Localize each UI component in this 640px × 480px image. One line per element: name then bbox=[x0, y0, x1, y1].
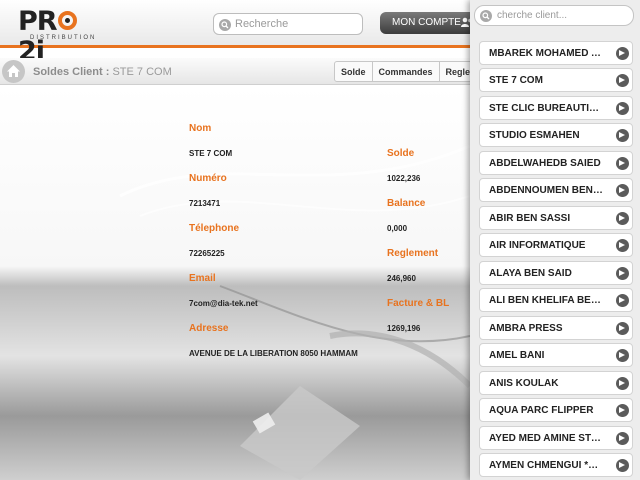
client-name: STE CLIC BUREAUTIQUE bbox=[489, 103, 605, 114]
client-list-item[interactable]: AIR INFORMATIQUE bbox=[479, 233, 633, 257]
facture-bl-value: 1269,196 bbox=[387, 324, 421, 333]
chevron-right-icon bbox=[616, 74, 629, 87]
chevron-right-icon bbox=[616, 432, 629, 445]
client-list-item[interactable]: AYMEN CHMENGUI *ARIANA* bbox=[479, 453, 633, 477]
tab-commandes[interactable]: Commandes bbox=[373, 62, 440, 81]
client-name: ABDENNOUMEN BEN ALI bbox=[489, 185, 605, 196]
client-name: AIR INFORMATIQUE bbox=[489, 240, 586, 251]
search-icon bbox=[480, 10, 492, 22]
chevron-right-icon bbox=[616, 212, 629, 225]
client-list-item[interactable]: AMBRA PRESS bbox=[479, 316, 633, 340]
client-name: AMBRA PRESS bbox=[489, 323, 563, 334]
chevron-right-icon bbox=[616, 294, 629, 307]
chevron-right-icon bbox=[616, 459, 629, 472]
numero-label: Numéro bbox=[189, 173, 227, 184]
client-list-item[interactable]: ABDENNOUMEN BEN ALI bbox=[479, 178, 633, 202]
chevron-right-icon bbox=[616, 349, 629, 362]
client-name: MBAREK MOHAMED AIDA bbox=[489, 48, 605, 59]
search-icon bbox=[219, 19, 231, 31]
client-search-input[interactable]: cherche client... bbox=[474, 5, 634, 26]
facture-bl-label: Facture & BL bbox=[387, 298, 450, 309]
client-list-item[interactable]: ABIR BEN SASSI bbox=[479, 206, 633, 230]
adresse-value: AVENUE DE LA LIBERATION 8050 HAMMAM bbox=[189, 349, 358, 358]
chevron-right-icon bbox=[616, 377, 629, 390]
client-name: AQUA PARC FLIPPER bbox=[489, 405, 594, 416]
client-list-item[interactable]: ABDELWAHEDB SAIED bbox=[479, 151, 633, 175]
solde-label: Solde bbox=[387, 148, 415, 159]
email-label: Email bbox=[189, 273, 216, 284]
client-name: AYED MED AMINE STORE bbox=[489, 433, 605, 444]
reglement-label: Reglement bbox=[387, 248, 439, 259]
page-title-label: Soldes Client : bbox=[33, 66, 110, 78]
chevron-right-icon bbox=[616, 322, 629, 335]
brand-logo[interactable]: PR 2i DISTRIBUTION bbox=[18, 7, 108, 67]
client-name: ALI BEN KHELIFA BEN ALI bbox=[489, 295, 605, 306]
client-name: STUDIO ESMAHEN bbox=[489, 130, 580, 141]
client-name: ABDELWAHEDB SAIED bbox=[489, 158, 601, 169]
adresse-label: Adresse bbox=[189, 323, 229, 334]
client-list-panel: cherche client... MBAREK MOHAMED AIDA ST… bbox=[470, 0, 640, 480]
client-list-item[interactable]: ALAYA BEN SAID bbox=[479, 261, 633, 285]
telephone-label: Télephone bbox=[189, 223, 240, 234]
page-title: Soldes Client : STE 7 COM bbox=[33, 66, 172, 78]
page-title-client: STE 7 COM bbox=[112, 66, 172, 78]
header-search-input[interactable]: Recherche bbox=[213, 13, 363, 35]
home-icon bbox=[7, 65, 20, 77]
chevron-right-icon bbox=[616, 404, 629, 417]
numero-value: 7213471 bbox=[189, 199, 221, 208]
balance-value: 0,000 bbox=[387, 224, 408, 233]
chevron-right-icon bbox=[616, 267, 629, 280]
client-name: ABIR BEN SASSI bbox=[489, 213, 571, 224]
header-search-placeholder: Recherche bbox=[235, 18, 289, 30]
tab-solde[interactable]: Solde bbox=[335, 62, 373, 81]
background-decoration bbox=[119, 144, 470, 480]
chevron-right-icon bbox=[616, 47, 629, 60]
chevron-right-icon bbox=[616, 239, 629, 252]
client-name: ANIS KOULAK bbox=[489, 378, 559, 389]
nom-label: Nom bbox=[189, 123, 212, 134]
client-list-item[interactable]: AMEL BANI bbox=[479, 343, 633, 367]
client-list-item[interactable]: AQUA PARC FLIPPER bbox=[479, 398, 633, 422]
home-button[interactable] bbox=[2, 60, 25, 83]
client-list-item[interactable]: MBAREK MOHAMED AIDA bbox=[479, 41, 633, 65]
nom-value: STE 7 COM bbox=[189, 149, 233, 158]
client-list-item[interactable]: ALI BEN KHELIFA BEN ALI bbox=[479, 288, 633, 312]
client-list-item[interactable]: STUDIO ESMAHEN bbox=[479, 123, 633, 147]
client-list-item[interactable]: ANIS KOULAK bbox=[479, 371, 633, 395]
client-list-item[interactable]: AYED MED AMINE STORE bbox=[479, 426, 633, 450]
client-name: AMEL BANI bbox=[489, 350, 545, 361]
client-list-item[interactable]: STE CLIC BUREAUTIQUE bbox=[479, 96, 633, 120]
client-search-placeholder: cherche client... bbox=[497, 10, 568, 21]
client-name: AYMEN CHMENGUI *ARIANA* bbox=[489, 460, 605, 471]
client-name: ALAYA BEN SAID bbox=[489, 268, 572, 279]
client-name: STE 7 COM bbox=[489, 75, 543, 86]
client-list-item[interactable]: STE 7 COM bbox=[479, 68, 633, 92]
balance-label: Balance bbox=[387, 198, 426, 209]
chevron-right-icon bbox=[616, 102, 629, 115]
email-value: 7com@dia-tek.net bbox=[189, 299, 258, 308]
chevron-right-icon bbox=[616, 129, 629, 142]
account-button[interactable]: MON COMPTE bbox=[380, 12, 480, 34]
chevron-right-icon bbox=[616, 184, 629, 197]
account-label: MON COMPTE bbox=[392, 17, 461, 28]
chevron-right-icon bbox=[616, 157, 629, 170]
tab-bar: Solde Commandes Reglem bbox=[334, 61, 487, 82]
telephone-value: 72265225 bbox=[189, 249, 225, 258]
reglement-value: 246,960 bbox=[387, 274, 416, 283]
solde-value: 1022,236 bbox=[387, 174, 421, 183]
